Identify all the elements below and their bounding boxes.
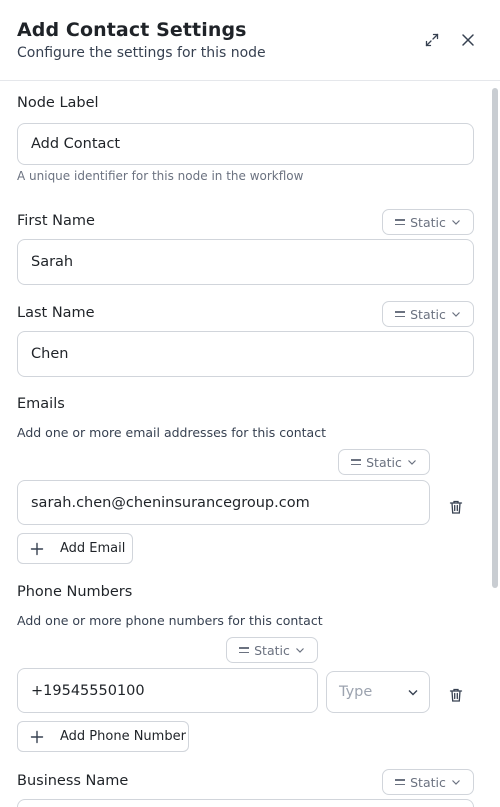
expand-button[interactable] xyxy=(422,30,442,50)
equals-icon xyxy=(395,219,406,225)
node-label-hint: A unique identifier for this node in the… xyxy=(17,169,304,183)
mode-label: Static xyxy=(410,214,446,230)
plus-icon xyxy=(30,730,44,743)
settings-header: Add Contact Settings Configure the setti… xyxy=(0,0,500,81)
equals-icon xyxy=(351,459,362,465)
plus-icon xyxy=(30,542,44,555)
first-name-input[interactable]: Sarah xyxy=(17,239,474,285)
mode-label: Static xyxy=(366,454,402,470)
delete-email-button[interactable] xyxy=(445,496,467,518)
scrollbar[interactable] xyxy=(492,88,498,588)
chevron-down-icon xyxy=(451,312,460,317)
phones-label: Phone Numbers xyxy=(17,584,133,600)
expand-icon xyxy=(425,33,439,47)
business-name-mode-select[interactable]: Static xyxy=(382,769,474,795)
phones-help: Add one or more phone numbers for this c… xyxy=(17,613,323,628)
phone-type-select[interactable]: Type xyxy=(326,671,430,713)
mode-label: Static xyxy=(410,774,446,790)
phone-mode-select[interactable]: Static xyxy=(226,637,318,663)
business-name-label: Business Name xyxy=(17,773,129,789)
phone-type-placeholder: Type xyxy=(339,684,373,700)
panel-title: Add Contact Settings xyxy=(17,19,247,41)
business-name-input[interactable] xyxy=(17,799,474,807)
chevron-down-icon xyxy=(295,648,304,653)
delete-phone-button[interactable] xyxy=(445,684,467,706)
mode-label: Static xyxy=(410,306,446,322)
panel-subtitle: Configure the settings for this node xyxy=(17,45,266,61)
node-label-label: Node Label xyxy=(17,95,99,111)
emails-label: Emails xyxy=(17,396,65,412)
close-icon xyxy=(462,34,474,46)
emails-help: Add one or more email addresses for this… xyxy=(17,425,326,440)
mode-label: Static xyxy=(254,642,290,658)
chevron-down-icon xyxy=(408,690,418,696)
equals-icon xyxy=(395,311,406,317)
add-phone-button[interactable]: Add Phone Number xyxy=(17,721,189,752)
phone-number-input[interactable]: +19545550100 xyxy=(17,668,318,713)
last-name-label: Last Name xyxy=(17,305,95,321)
chevron-down-icon xyxy=(451,220,460,225)
equals-icon xyxy=(395,779,406,785)
last-name-input[interactable]: Chen xyxy=(17,331,474,377)
add-phone-label: Add Phone Number xyxy=(60,729,186,744)
trash-icon xyxy=(449,688,463,702)
email-input[interactable]: sarah.chen@cheninsurancegroup.com xyxy=(17,480,430,525)
first-name-mode-select[interactable]: Static xyxy=(382,209,474,235)
first-name-label: First Name xyxy=(17,213,95,229)
email-mode-select[interactable]: Static xyxy=(338,449,430,475)
last-name-mode-select[interactable]: Static xyxy=(382,301,474,327)
trash-icon xyxy=(449,500,463,514)
chevron-down-icon xyxy=(407,460,416,465)
equals-icon xyxy=(239,647,250,653)
add-email-button[interactable]: Add Email xyxy=(17,533,133,564)
chevron-down-icon xyxy=(451,780,460,785)
add-email-label: Add Email xyxy=(60,541,126,556)
close-button[interactable] xyxy=(458,30,478,50)
node-label-input[interactable]: Add Contact xyxy=(17,123,474,165)
